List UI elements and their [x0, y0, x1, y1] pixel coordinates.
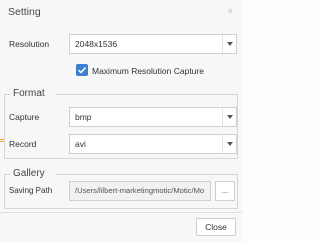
- record-format-select[interactable]: avi: [69, 134, 237, 154]
- capture-label: Capture: [9, 112, 40, 122]
- format-section-title: Format: [13, 88, 45, 99]
- resolution-select[interactable]: 2048x1536: [69, 34, 237, 54]
- gallery-frame-bottom: [4, 208, 238, 209]
- saving-path-label: Saving Path: [9, 186, 53, 195]
- chevron-down-icon: [222, 135, 236, 153]
- chevron-down-icon: [222, 35, 236, 53]
- checkmark-icon: [77, 66, 87, 74]
- dialog-title: Setting: [8, 6, 41, 18]
- saving-path-field[interactable]: /Users/lilbert-marketingmotic/Motic/Mo: [69, 181, 211, 201]
- max-resolution-label: Maximum Resolution Capture: [92, 66, 204, 76]
- chevron-down-icon: [222, 108, 236, 126]
- close-icon[interactable]: ×: [228, 6, 233, 16]
- format-frame-left: [4, 94, 5, 158]
- resolution-value: 2048x1536: [75, 39, 118, 49]
- format-frame-top-right: [56, 94, 238, 95]
- gallery-frame-top-right: [56, 174, 238, 175]
- browse-button[interactable]: ...: [215, 181, 235, 201]
- resolution-label: Resolution: [9, 39, 50, 49]
- capture-format-select[interactable]: bmp: [69, 107, 237, 127]
- capture-format-value: bmp: [75, 112, 92, 122]
- footer-divider: [0, 212, 242, 213]
- format-frame-bottom: [4, 158, 238, 159]
- settings-dialog: Setting × Resolution 2048x1536 Maximum R…: [0, 0, 242, 242]
- max-resolution-checkbox[interactable]: [76, 64, 88, 76]
- format-frame-right: [237, 94, 238, 158]
- gallery-frame-right: [237, 174, 238, 208]
- gallery-frame-left: [4, 174, 5, 208]
- record-label: Record: [9, 139, 37, 149]
- close-button[interactable]: Close: [196, 218, 236, 236]
- record-format-value: avi: [75, 139, 86, 149]
- gallery-section-title: Gallery: [13, 168, 45, 179]
